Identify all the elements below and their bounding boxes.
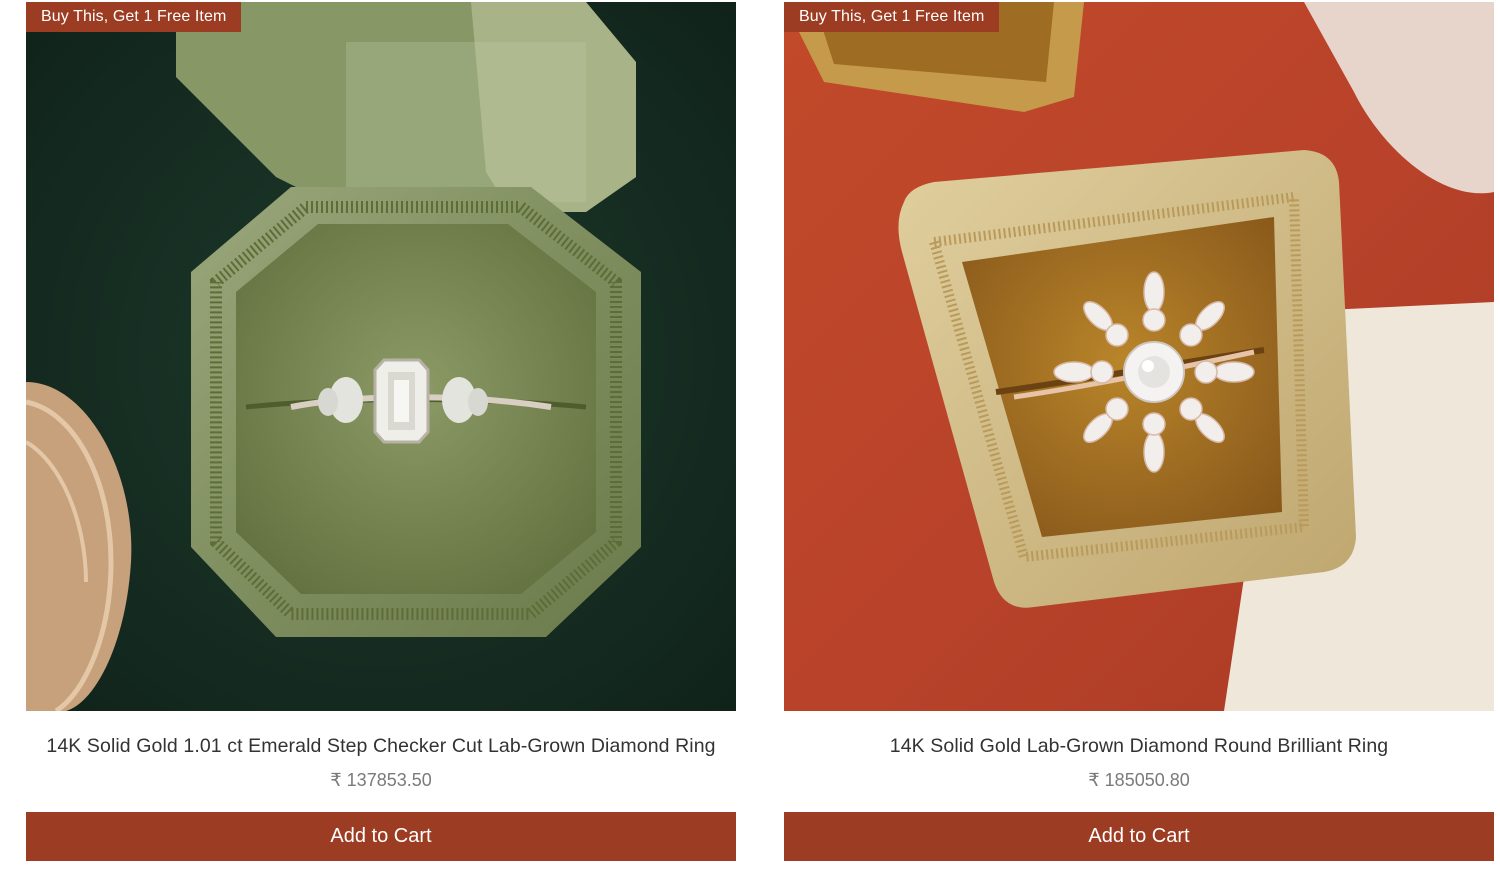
emerald-ring-photo — [26, 2, 736, 711]
product-gallery: Buy This, Get 1 Free Item 14K Solid Gold… — [0, 0, 1500, 870]
promo-badge: Buy This, Get 1 Free Item — [784, 2, 1000, 32]
product-price: ₹ 185050.80 — [1088, 770, 1190, 790]
product-image[interactable]: Buy This, Get 1 Free Item — [26, 2, 736, 711]
product-price: ₹ 137853.50 — [330, 770, 432, 790]
product-image[interactable]: Buy This, Get 1 Free Item — [784, 2, 1494, 711]
round-brilliant-ring-photo — [784, 2, 1494, 711]
product-title[interactable]: 14K Solid Gold 1.01 ct Emerald Step Chec… — [26, 735, 736, 758]
add-to-cart-button[interactable]: Add to Cart — [784, 812, 1494, 861]
product-card: Buy This, Get 1 Free Item 14K Solid Gold… — [784, 2, 1494, 861]
add-to-cart-button[interactable]: Add to Cart — [26, 812, 736, 861]
product-card: Buy This, Get 1 Free Item 14K Solid Gold… — [26, 2, 736, 861]
product-title[interactable]: 14K Solid Gold Lab-Grown Diamond Round B… — [784, 735, 1494, 758]
promo-badge: Buy This, Get 1 Free Item — [26, 2, 242, 32]
